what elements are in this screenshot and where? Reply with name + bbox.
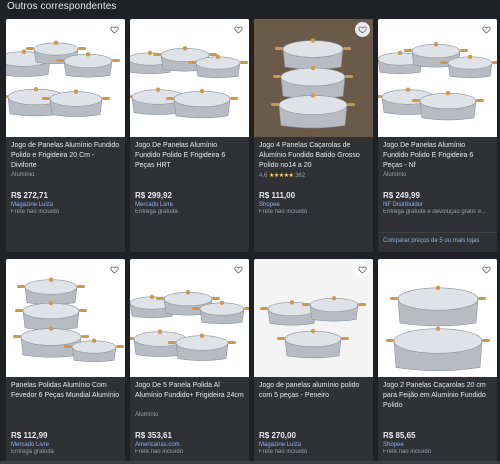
product-price: R$ 111,00 [259,191,296,200]
favorite-heart-icon[interactable] [231,22,246,37]
product-title[interactable]: Jogo De 5 Panela Polida Al Alumínio Fund… [130,381,249,411]
product-card[interactable]: Jogo de panelas alumínio polido com 5 pe… [254,259,373,464]
merchant-link[interactable]: Shopee [378,442,497,448]
rating-stars-icon: ★★★★★ [269,173,294,179]
product-title[interactable]: Jogo 4 Panelas Caçarolas de Alumínio Fun… [254,141,373,171]
review-count: 362 [295,173,306,179]
favorite-heart-icon[interactable] [107,262,122,277]
product-price: R$ 85,65 [383,431,416,440]
shipping-info: Frete não incluído [259,209,308,215]
product-grid: Jogo de Panelas Alumínio Fundido Polido … [6,19,498,464]
shipping-info: Entrega gratuita [135,209,178,215]
compare-prices-link[interactable]: Comparar preços de 5 ou mais lojas [378,232,497,244]
product-card[interactable]: Jogo De Panelas Alumínio Fundido Polido … [130,19,249,252]
favorite-heart-icon[interactable] [479,22,494,37]
shipping-info: Frete não incluído [383,449,432,455]
product-rating: 4,6 ★★★★★ 362 [254,172,373,181]
product-title[interactable]: Panelas Polidas Alumínio Com Fevedor 6 P… [6,381,125,411]
product-image[interactable] [130,259,249,377]
product-card[interactable]: Panelas Polidas Alumínio Com Fevedor 6 P… [6,259,125,464]
product-title[interactable]: Jogo 2 Panelas Caçarolas 20 cm para Feij… [378,381,497,411]
product-image[interactable] [6,19,125,137]
section-title: Outros correspondentes [7,1,117,12]
product-material [6,412,125,421]
favorite-heart-icon[interactable] [355,22,370,37]
shipping-info: Frete não incluído [259,449,308,455]
product-title[interactable]: Jogo De Panelas Alumínio Fundido Polido … [130,141,249,171]
product-price: R$ 249,99 [383,191,420,200]
product-card[interactable]: Jogo 4 Panelas Caçarolas de Alumínio Fun… [254,19,373,252]
product-image[interactable] [130,19,249,137]
product-title[interactable]: Jogo de Panelas Alumínio Fundido Polido … [6,141,125,171]
rating-value: 4,6 [259,173,268,179]
product-image[interactable] [378,19,497,137]
favorite-heart-icon[interactable] [479,262,494,277]
product-price: R$ 299,92 [135,191,172,200]
favorite-heart-icon[interactable] [355,262,370,277]
merchant-link[interactable]: Magazine Luiza [6,202,125,208]
merchant-link[interactable]: Mercado Livre [130,202,249,208]
product-title[interactable]: Jogo De Panelas Alumínio Fundido Polido … [378,141,497,171]
product-material [254,412,373,421]
product-material: Alumínio [383,172,407,178]
product-image[interactable] [254,19,373,137]
product-price: R$ 353,61 [135,431,172,440]
product-card[interactable]: Jogo 2 Panelas Caçarolas 20 cm para Feij… [378,259,497,464]
shipping-info: Frete não incluído [11,209,60,215]
product-material: Alumínio [135,412,159,418]
product-title[interactable]: Jogo de panelas alumínio polido com 5 pe… [254,381,373,411]
favorite-heart-icon[interactable] [107,22,122,37]
merchant-link[interactable]: Mercado Livre [6,442,125,448]
product-material [130,172,249,181]
merchant-link[interactable]: Magazine Luiza [254,442,373,448]
product-card[interactable]: Jogo De Panelas Alumínio Fundido Polido … [378,19,497,252]
product-price: R$ 272,71 [11,191,48,200]
product-image[interactable] [378,259,497,377]
product-material: Alumínio [11,172,35,178]
favorite-heart-icon[interactable] [231,262,246,277]
shipping-info: Frete não incluído [135,449,184,455]
product-price: R$ 270,00 [259,431,296,440]
product-price: R$ 112,99 [11,431,48,440]
shipping-info: Entrega gratuita e devolução grátis e... [383,209,487,215]
product-image[interactable] [254,259,373,377]
product-card[interactable]: Jogo de Panelas Alumínio Fundido Polido … [6,19,125,252]
product-material [378,412,497,421]
merchant-link[interactable]: Americanas.com [130,442,249,448]
merchant-link[interactable]: Shopee [254,202,373,208]
shipping-info: Entrega gratuita [11,449,54,455]
product-image[interactable] [6,259,125,377]
merchant-link[interactable]: NF Distribuidor [378,202,497,208]
product-card[interactable]: Jogo De 5 Panela Polida Al Alumínio Fund… [130,259,249,464]
